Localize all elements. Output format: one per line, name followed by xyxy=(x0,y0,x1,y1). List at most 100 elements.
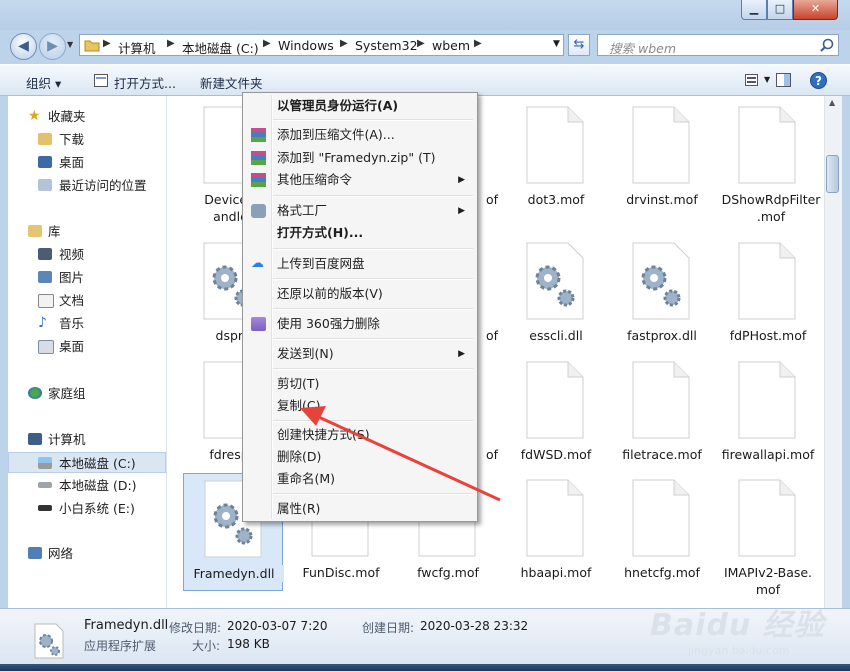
nav-documents[interactable]: 文档 xyxy=(8,290,166,311)
refresh-icon: ⇆ xyxy=(573,37,585,52)
address-dropdown-icon[interactable]: ▼ xyxy=(553,39,560,49)
view-dropdown-icon[interactable]: ▼ xyxy=(764,75,770,84)
minimize-button[interactable]: ▁ xyxy=(741,0,767,20)
search-input[interactable]: 搜索 wbem xyxy=(597,34,839,56)
nav-favorites[interactable]: ★ 收藏夹 xyxy=(8,106,166,127)
forward-button[interactable]: ▶ xyxy=(39,33,66,60)
crumb-wbem[interactable]: wbem xyxy=(432,38,470,53)
file-item[interactable]: drvinst.mof xyxy=(612,100,712,218)
details-file-type: 应用程序扩展 xyxy=(84,639,157,653)
scrollbar-thumb[interactable] xyxy=(826,155,839,193)
folder-icon xyxy=(84,40,100,52)
file-item[interactable]: fdPHost.mof xyxy=(718,236,818,354)
menu-open-with[interactable]: 打开方式(H)... xyxy=(245,222,475,244)
nav-music[interactable]: ♪ 音乐 xyxy=(8,313,166,334)
file-item[interactable]: fdWSD.mof xyxy=(506,355,606,473)
file-document-icon xyxy=(632,106,690,184)
file-name: fastprox.dll xyxy=(627,328,697,343)
nav-drive-c[interactable]: 本地磁盘 (C:) xyxy=(8,452,166,473)
nav-library-desktop[interactable]: 桌面 xyxy=(8,336,166,357)
nav-desktop[interactable]: 桌面 xyxy=(8,152,166,173)
file-item[interactable]: hbaapi.mof xyxy=(506,473,606,591)
details-created-value: 2020-03-28 23:32 xyxy=(420,619,529,633)
dll-gear-file-icon xyxy=(632,242,690,320)
crumb-separator-icon[interactable]: ▶ xyxy=(263,38,271,49)
file-document-icon xyxy=(632,361,690,439)
file-item[interactable]: DShowRdpFilter .mof xyxy=(718,100,824,224)
crumb-separator-icon[interactable]: ▶ xyxy=(417,38,425,49)
svg-text:?: ? xyxy=(815,74,822,88)
file-document-icon xyxy=(632,479,690,557)
crumb-computer[interactable]: 计算机 xyxy=(118,38,156,57)
crumb-separator-icon[interactable]: ▶ xyxy=(340,38,348,49)
drive-icon xyxy=(38,482,52,488)
crumb-separator-icon[interactable]: ▶ xyxy=(167,38,175,49)
menu-other-compress[interactable]: 其他压缩命令 ▶ xyxy=(245,169,475,191)
menu-send-to[interactable]: 发送到(N) ▶ xyxy=(245,343,475,365)
organize-button[interactable]: 组织 ▾ xyxy=(26,73,61,92)
pictures-icon xyxy=(38,271,52,283)
details-filename: Framedyn.dll xyxy=(84,618,169,633)
desktop-icon xyxy=(38,340,54,354)
file-document-icon xyxy=(526,361,584,439)
back-button[interactable]: ◀ xyxy=(10,33,37,60)
file-item[interactable]: filetrace.mof xyxy=(612,355,712,473)
crumb-drive-c[interactable]: 本地磁盘 (C:) xyxy=(182,38,259,57)
nav-libraries[interactable]: 库 xyxy=(8,221,166,242)
menu-add-to-archive[interactable]: 添加到压缩文件(A)... xyxy=(245,124,475,146)
new-folder-button[interactable]: 新建文件夹 xyxy=(200,73,263,92)
details-modified-label: 修改日期: xyxy=(169,621,222,635)
file-item[interactable]: fastprox.dll xyxy=(612,236,712,354)
nav-homegroup[interactable]: 家庭组 xyxy=(8,383,166,404)
file-item[interactable]: IMAPIv2-Base. mof xyxy=(718,473,818,597)
recent-pages-dropdown[interactable]: ▼ xyxy=(67,40,73,49)
nav-drive-d[interactable]: 本地磁盘 (D:) xyxy=(8,475,166,496)
menu-format-factory[interactable]: 格式工厂 ▶ xyxy=(245,200,475,222)
menu-run-as-admin[interactable]: 以管理员身份运行(A) xyxy=(245,95,475,117)
file-item[interactable]: esscli.dll xyxy=(506,236,606,354)
crumb-separator-icon[interactable]: ▶ xyxy=(474,38,482,49)
scroll-up-icon[interactable]: ▲ xyxy=(829,98,835,107)
menu-add-to-zip[interactable]: 添加到 "Framedyn.zip" (T) xyxy=(245,147,475,169)
file-name: esscli.dll xyxy=(529,328,583,343)
removable-drive-icon xyxy=(38,505,52,511)
winrar-icon xyxy=(251,151,266,165)
nav-computer[interactable]: 计算机 xyxy=(8,429,166,450)
menu-restore-previous[interactable]: 还原以前的版本(V) xyxy=(245,283,475,305)
nav-network[interactable]: 网络 xyxy=(8,543,166,564)
file-item[interactable]: firewallapi.mof xyxy=(718,355,818,473)
search-icon[interactable] xyxy=(820,38,834,52)
menu-upload-baidu[interactable]: ☁ 上传到百度网盘 xyxy=(245,253,475,275)
open-with-button[interactable]: 打开方式... xyxy=(114,73,176,92)
view-options-icon[interactable] xyxy=(745,74,761,87)
nav-recent-places[interactable]: 最近访问的位置 xyxy=(8,175,166,196)
file-name: dot3.mof xyxy=(527,192,585,207)
details-created-label: 创建日期: xyxy=(362,621,415,635)
nav-videos[interactable]: 视频 xyxy=(8,244,166,265)
menu-separator xyxy=(273,119,473,121)
libraries-icon xyxy=(28,225,42,237)
nav-drive-e[interactable]: 小白系统 (E:) xyxy=(8,498,166,519)
help-icon[interactable]: ? xyxy=(810,72,827,89)
file-name: fwcfg.mof xyxy=(417,565,479,580)
crumb-windows[interactable]: Windows xyxy=(278,38,334,53)
file-name: fdPHost.mof xyxy=(729,328,807,343)
crumb-separator-icon[interactable]: ▶ xyxy=(103,38,111,49)
file-name: hnetcfg.mof xyxy=(624,565,700,580)
file-item[interactable]: hnetcfg.mof xyxy=(612,473,712,591)
crumb-system32[interactable]: System32 xyxy=(355,38,418,53)
dll-gear-file-icon xyxy=(526,242,584,320)
details-modified-value: 2020-03-07 7:20 xyxy=(227,619,328,633)
downloads-folder-icon xyxy=(38,133,52,145)
maximize-button[interactable]: □ xyxy=(767,0,793,20)
preview-pane-icon[interactable] xyxy=(776,73,792,88)
close-button[interactable]: ✕ xyxy=(793,0,838,20)
address-bar[interactable]: ▶ 计算机 ▶ 本地磁盘 (C:) ▶ Windows ▶ System32 ▶… xyxy=(79,34,564,56)
file-item[interactable]: dot3.mof xyxy=(506,100,606,218)
refresh-button[interactable]: ⇆ xyxy=(568,34,590,56)
menu-360-force-delete[interactable]: 使用 360强力删除 xyxy=(245,313,475,335)
nav-pictures[interactable]: 图片 xyxy=(8,267,166,288)
file-name: IMAPIv2-Base. mof xyxy=(723,565,813,597)
baidu-watermark: Baidu 经验 jingyan.baidu.com xyxy=(650,600,845,657)
nav-downloads[interactable]: 下载 xyxy=(8,129,166,150)
